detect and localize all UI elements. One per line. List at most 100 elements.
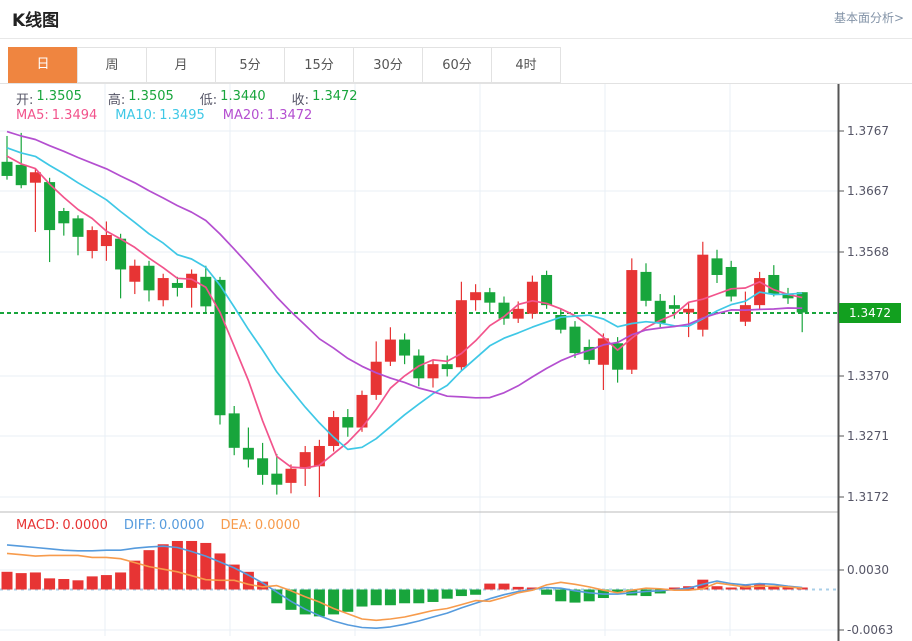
macd-hist-bar <box>725 587 737 590</box>
tab-5min[interactable]: 5分 <box>215 47 285 83</box>
candle-body <box>15 164 27 186</box>
candle-body <box>427 364 439 379</box>
macd-hist-bar <box>15 573 27 590</box>
candle-body <box>739 305 751 322</box>
candle-body <box>214 279 226 416</box>
open-value: 开: 1.3505 <box>16 89 82 108</box>
macd-hist-bar <box>583 589 595 602</box>
candle-body <box>725 266 737 297</box>
candle-body <box>441 364 453 370</box>
tab-4hour[interactable]: 4时 <box>491 47 561 83</box>
candle-body <box>526 281 538 314</box>
macd-hist-bar <box>413 589 425 604</box>
candle-body <box>470 292 482 301</box>
tab-day[interactable]: 日 <box>8 47 78 83</box>
tabbar-bottom-border <box>0 83 912 84</box>
diff-value: DIFF: 0.0000 <box>123 518 205 533</box>
macd-hist-bar <box>470 589 482 595</box>
macd-hist-bar <box>342 589 354 612</box>
candle-body <box>597 338 609 365</box>
title-divider <box>0 38 912 39</box>
tab-60min[interactable]: 60分 <box>422 47 492 83</box>
high-value: 高: 1.3505 <box>107 89 174 108</box>
candle-body <box>58 211 70 224</box>
candle-body <box>44 182 56 231</box>
candle-body <box>683 308 695 313</box>
dea-line <box>6 552 803 622</box>
macd-hist-bar <box>214 553 226 590</box>
tab-month[interactable]: 月 <box>146 47 216 83</box>
current-price-badge: 1.3472 <box>839 303 901 323</box>
ohlc-legend: 开: 1.3505 高: 1.3505 低: 1.3440 收: 1.3472 <box>16 89 358 108</box>
macd-hist-bar <box>427 589 439 602</box>
macd-hist-bar <box>441 589 453 599</box>
close-value: 收: 1.3472 <box>291 89 358 108</box>
low-value: 低: 1.3440 <box>199 89 266 108</box>
candle-body <box>796 292 808 313</box>
macd-hist-bar <box>484 583 496 590</box>
macd-legend: MACD: 0.0000 DIFF: 0.0000 DEA: 0.0000 <box>16 518 300 533</box>
candle-body <box>129 265 141 282</box>
candle-body <box>143 265 155 291</box>
candle-body <box>242 447 254 460</box>
macd-hist-bar <box>541 589 553 595</box>
candle-body <box>668 305 680 309</box>
ma10-line <box>6 147 803 451</box>
tab-week[interactable]: 周 <box>77 47 147 83</box>
macd-hist-bar <box>370 589 382 606</box>
candle-body <box>342 417 354 428</box>
candle-body <box>626 270 638 370</box>
macd-hist-bar <box>640 589 652 597</box>
macd-hist-bar <box>711 586 723 590</box>
candle-body <box>541 274 553 306</box>
candle-body <box>1 161 13 176</box>
candle-body <box>399 339 411 356</box>
candle-body <box>257 458 269 475</box>
macd-hist-bar <box>100 575 112 590</box>
candle-body <box>228 413 240 448</box>
candle-body <box>512 308 524 319</box>
candle-body <box>72 218 84 237</box>
fundamental-analysis-link[interactable]: 基本面分析> <box>834 9 904 26</box>
macd-hist-bar <box>455 589 467 597</box>
candle-body <box>100 234 112 247</box>
macd-hist-bar <box>157 544 169 590</box>
candle-body <box>328 417 340 446</box>
macd-hist-bar <box>555 589 567 602</box>
macd-hist-bar <box>29 572 41 590</box>
candle-body <box>370 361 382 395</box>
macd-hist-bar <box>512 586 524 590</box>
candle-body <box>569 326 581 354</box>
candle-body <box>384 339 396 362</box>
macd-hist-bar <box>86 576 98 590</box>
ma20-legend: MA20: 1.3472 <box>222 108 313 123</box>
candle-body <box>484 292 496 303</box>
candle-body <box>171 282 183 288</box>
macd-hist-bar <box>356 589 368 607</box>
candle-body <box>455 300 467 368</box>
macd-hist-bar <box>58 579 70 590</box>
candle-body <box>86 230 98 251</box>
candle-body <box>711 258 723 275</box>
diff-line <box>6 544 803 630</box>
ma-legend: MA5: 1.3494 MA10: 1.3495 MA20: 1.3472 <box>16 108 312 123</box>
candle-body <box>271 473 283 485</box>
macd-hist-bar <box>115 572 127 590</box>
macd-hist-bar <box>143 550 155 590</box>
candle-body <box>285 468 297 483</box>
dea-value: DEA: 0.0000 <box>220 518 301 533</box>
macd-hist-bar <box>200 542 212 590</box>
candle-body <box>157 278 169 301</box>
macd-hist-bar <box>129 560 141 590</box>
ma5-legend: MA5: 1.3494 <box>16 108 98 123</box>
macd-value: MACD: 0.0000 <box>16 518 108 533</box>
page-title: K线图 <box>12 11 60 31</box>
candle-body <box>640 271 652 301</box>
tab-15min[interactable]: 15分 <box>284 47 354 83</box>
tab-30min[interactable]: 30分 <box>353 47 423 83</box>
candle-body <box>299 452 311 469</box>
macd-hist-bar <box>186 540 198 590</box>
macd-hist-bar <box>1 571 13 590</box>
macd-hist-bar <box>384 589 396 606</box>
candle-body <box>115 238 127 270</box>
